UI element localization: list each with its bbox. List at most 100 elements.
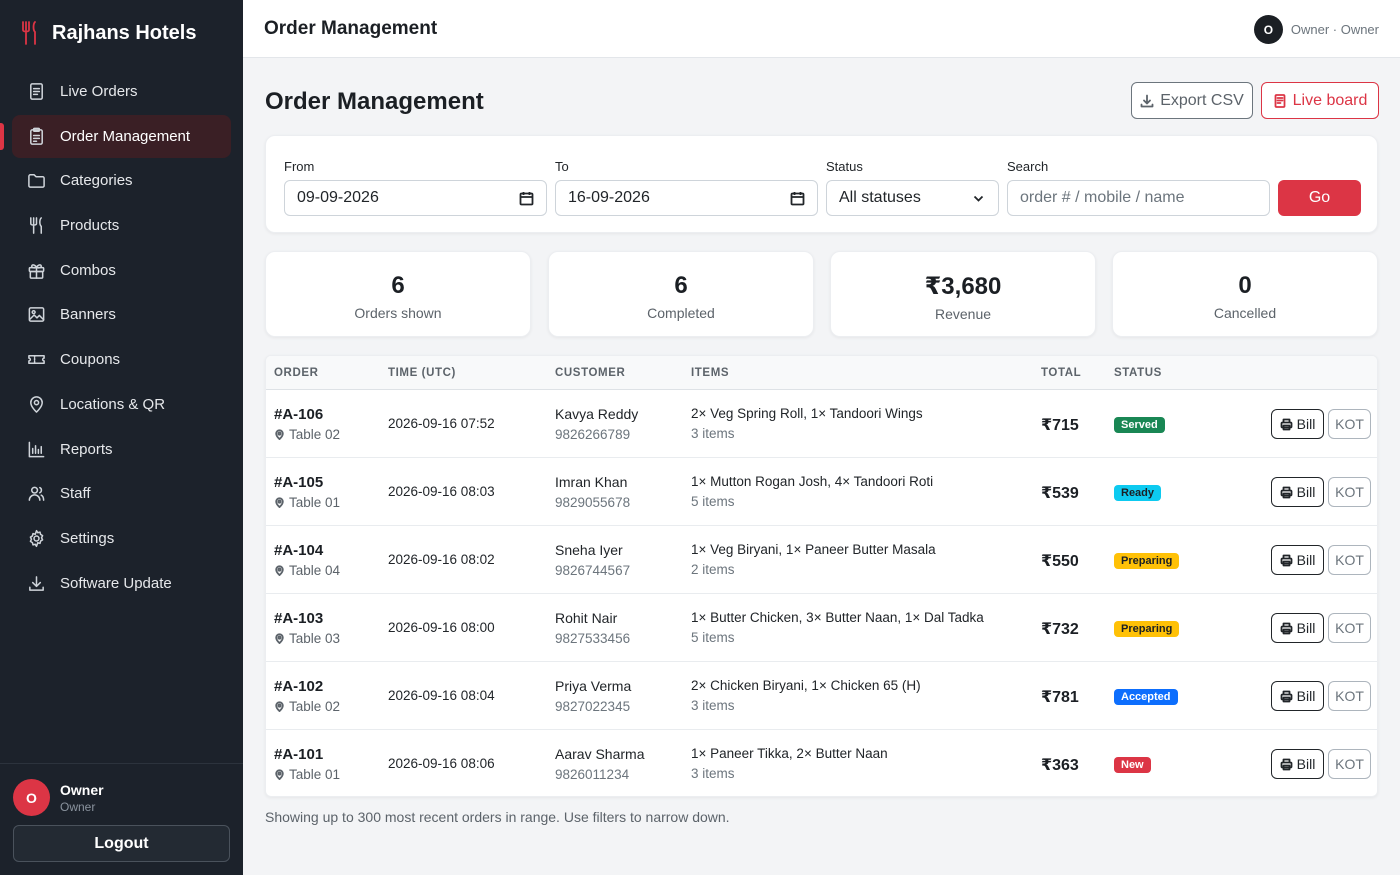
sidebar-item-staff[interactable]: Staff (12, 472, 231, 515)
stat-label: Cancelled (1213, 305, 1277, 321)
kot-button[interactable]: KOT (1328, 477, 1371, 507)
order-table: Table 02 (274, 427, 340, 442)
user-role: Owner (60, 799, 96, 814)
topbar-title: Order Management (264, 18, 438, 39)
export-csv-label: Export CSV (1160, 91, 1244, 109)
items-summary: 1× Butter Chicken, 3× Butter Naan, 1× Da… (691, 610, 984, 625)
header-total[interactable]: TOTAL (1041, 367, 1081, 379)
table-row[interactable]: #A-104 Table 04 2026-09-16 08:02 Sneha Iyer… (266, 526, 1377, 594)
status-select[interactable]: All statuses (826, 180, 999, 216)
sidebar-item-label: Locations & QR (60, 395, 166, 413)
logout-button[interactable]: Logout (13, 825, 230, 862)
sidebar-item-label: Live Orders (60, 83, 138, 100)
customer-mobile: 9826744567 (555, 563, 631, 578)
order-time: 2026-09-16 08:02 (388, 552, 495, 567)
order-id[interactable]: #A-104 (274, 542, 340, 559)
table-row[interactable]: #A-106 Table 02 2026-09-16 07:52 Kavya Redd… (266, 390, 1377, 458)
sidebar-item-reports[interactable]: Reports (12, 428, 231, 471)
sidebar-item-order-management[interactable]: Order Management (0, 114, 231, 158)
sidebar-nav: Live Orders Order Management Categories … (0, 70, 231, 606)
stat-revenue: ₹3,680 Revenue (830, 251, 1096, 337)
header-order[interactable]: ORDER (274, 367, 319, 379)
print-bill-button[interactable]: Bill (1271, 613, 1324, 643)
table-row[interactable]: #A-101 Table 01 2026-09-16 08:06 Aarav Shar… (266, 730, 1377, 796)
sidebar-item-coupons[interactable]: Coupons (12, 338, 231, 381)
header-items[interactable]: ITEMS (691, 367, 729, 379)
items-summary: 1× Paneer Tikka, 2× Butter Naan (691, 746, 888, 761)
location-pin-icon (275, 429, 284, 440)
sidebar-item-settings[interactable]: Settings (12, 517, 231, 560)
export-csv-button[interactable]: Export CSV (1131, 82, 1253, 119)
items-summary: 1× Mutton Rogan Josh, 4× Tandoori Roti (691, 474, 934, 489)
print-bill-button[interactable]: Bill (1271, 477, 1324, 507)
print-bill-button[interactable]: Bill (1271, 545, 1324, 575)
calendar-icon[interactable] (790, 191, 805, 206)
ticket-icon (28, 355, 45, 365)
order-id[interactable]: #A-105 (274, 474, 340, 491)
order-id[interactable]: #A-101 (274, 746, 340, 763)
table-row[interactable]: #A-102 Table 02 2026-09-16 08:04 Priya Verm… (266, 662, 1377, 730)
location-pin-icon (275, 769, 284, 780)
utensils-logo-icon (22, 21, 36, 45)
kot-button[interactable]: KOT (1328, 545, 1371, 575)
sidebar-item-banners[interactable]: Banners (12, 293, 231, 336)
status-badge: Accepted (1114, 689, 1178, 705)
sidebar-item-products[interactable]: Products (12, 204, 231, 247)
items-cell: 2× Chicken Biryani, 1× Chicken 65 (H) 3 i… (691, 678, 921, 713)
order-time: 2026-09-16 08:06 (388, 756, 495, 771)
kot-button[interactable]: KOT (1328, 613, 1371, 643)
document-icon (30, 83, 43, 100)
customer-name: Sneha Iyer (555, 542, 623, 558)
customer-cell: Priya Verma 9827022345 (555, 678, 631, 714)
table-row[interactable]: #A-103 Table 03 2026-09-16 08:00 Rohit Nair… (266, 594, 1377, 662)
calendar-icon[interactable] (519, 191, 534, 206)
items-summary: 2× Veg Spring Roll, 1× Tandoori Wings (691, 406, 923, 421)
sidebar-item-label: Coupons (60, 351, 121, 369)
header-status[interactable]: STATUS (1114, 367, 1162, 379)
account-menu[interactable]: O Owner · Owner (1253, 15, 1379, 44)
filters-card: From 09-09-2026 To 16-09-2026 Status All… (265, 135, 1378, 233)
sidebar-item-categories[interactable]: Categories (12, 159, 231, 202)
order-id[interactable]: #A-103 (274, 610, 340, 627)
brand[interactable]: Rajhans Hotels (20, 20, 196, 46)
print-bill-button[interactable]: Bill (1271, 409, 1324, 439)
order-cell: #A-104 Table 04 (274, 542, 340, 578)
user-name: Owner (60, 781, 104, 798)
kot-button[interactable]: KOT (1328, 749, 1371, 779)
header-customer[interactable]: CUSTOMER (555, 367, 625, 379)
live-board-label: Live board (1292, 91, 1368, 109)
go-button[interactable]: Go (1278, 180, 1361, 216)
gear-icon (29, 529, 44, 547)
kot-button[interactable]: KOT (1328, 409, 1371, 439)
sidebar-item-label: Categories (60, 172, 133, 190)
live-board-button[interactable]: Live board (1261, 82, 1379, 119)
sidebar-item-combos[interactable]: Combos (12, 249, 231, 292)
table-name: Table 04 (289, 563, 341, 578)
sidebar-item-software-update[interactable]: Software Update (12, 562, 231, 605)
image-icon (28, 307, 45, 323)
search-placeholder: order # / mobile / name (1020, 189, 1185, 206)
location-pin-icon (275, 701, 284, 712)
print-bill-button[interactable]: Bill (1271, 749, 1324, 779)
chevron-down-icon (973, 195, 984, 202)
search-input[interactable]: order # / mobile / name (1007, 180, 1270, 216)
location-pin-icon (275, 497, 284, 508)
items-count: 2 items (691, 562, 735, 577)
sidebar-item-locations-qr[interactable]: Locations & QR (12, 383, 231, 426)
order-id[interactable]: #A-106 (274, 406, 340, 423)
table-row[interactable]: #A-105 Table 01 2026-09-16 08:03 Imran Khan… (266, 458, 1377, 526)
items-cell: 1× Butter Chicken, 3× Butter Naan, 1× Da… (691, 610, 984, 645)
kot-button[interactable]: KOT (1328, 681, 1371, 711)
table-name: Table 01 (289, 767, 341, 782)
sidebar-item-live-orders[interactable]: Live Orders (12, 70, 231, 113)
from-date-input[interactable]: 09-09-2026 (284, 180, 547, 216)
to-date-input[interactable]: 16-09-2026 (555, 180, 818, 216)
account-text: Owner · Owner (1290, 22, 1379, 37)
print-bill-button[interactable]: Bill (1271, 681, 1324, 711)
table-name: Table 03 (289, 631, 341, 646)
header-time[interactable]: TIME (UTC) (388, 367, 456, 379)
order-id[interactable]: #A-102 (274, 678, 340, 695)
customer-cell: Aarav Sharma 9826011234 (555, 746, 644, 782)
printer-icon (1280, 758, 1293, 770)
stat-label: Completed (647, 305, 715, 321)
